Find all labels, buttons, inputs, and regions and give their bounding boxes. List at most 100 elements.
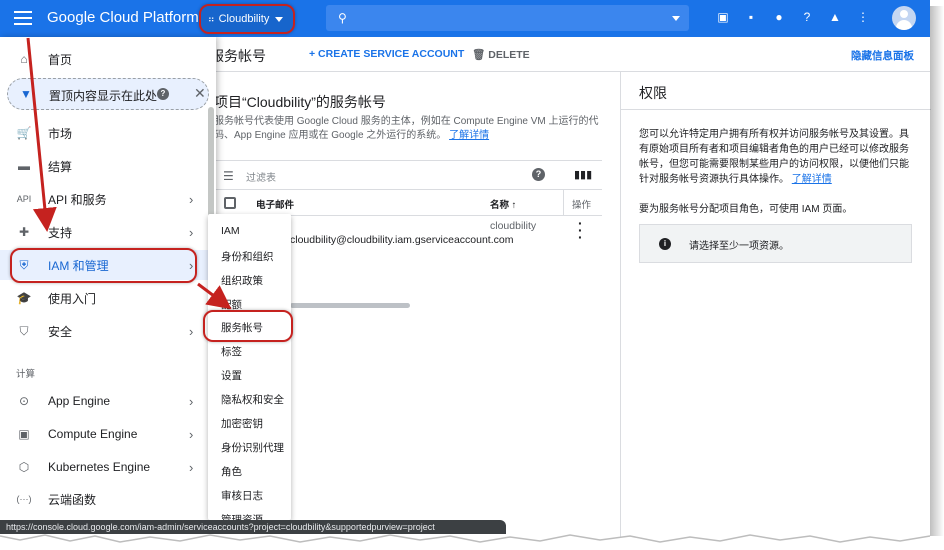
delete-button[interactable]: 🗑 DELETE xyxy=(472,48,530,61)
nav-label: 安全 xyxy=(48,324,73,339)
nav-label: Compute Engine xyxy=(48,427,138,441)
nav-section-compute: 计算 xyxy=(16,369,36,380)
select-all-checkbox[interactable] xyxy=(224,197,236,209)
page-title: 服务帐号 xyxy=(210,48,266,64)
column-name[interactable]: 名称 ↑ xyxy=(490,197,516,211)
nav-item-getting-started[interactable]: 🎓 使用入门 xyxy=(0,283,216,313)
nav-item-apis[interactable]: API API 和服务 › xyxy=(0,184,216,214)
gift-icon[interactable]: ▣ xyxy=(716,10,730,24)
submenu-item-audit-logs[interactable]: 审核日志 xyxy=(208,483,291,507)
nav-item-security[interactable]: ⛉ 安全 › xyxy=(0,316,216,346)
avatar[interactable] xyxy=(892,6,916,30)
delete-label: DELETE xyxy=(488,49,530,61)
nav-item-compute-engine[interactable]: ▣ Compute Engine › xyxy=(0,419,216,449)
submenu-item-privacy[interactable]: 隐私权和安全 xyxy=(208,387,291,411)
nav-label: 市场 xyxy=(48,126,73,141)
chevron-right-icon: › xyxy=(189,191,194,207)
notifications-icon[interactable]: ▲ xyxy=(828,10,842,24)
search-dropdown-icon[interactable] xyxy=(672,16,680,21)
app-engine-icon: ⊙ xyxy=(18,394,30,408)
pin-icon: ▼ xyxy=(20,87,32,101)
submenu-label: 标签 xyxy=(221,346,242,358)
nav-label: 使用入门 xyxy=(48,291,97,306)
home-icon: ⌂ xyxy=(20,52,28,66)
highlight-service-accounts xyxy=(203,310,293,342)
page-shadow xyxy=(930,6,944,536)
help-icon[interactable]: ? xyxy=(800,10,814,24)
help-icon[interactable]: ? xyxy=(532,168,545,181)
hide-info-panel-button[interactable]: 隐藏信息面板 xyxy=(851,48,914,63)
info-panel-title: 权限 xyxy=(639,85,667,101)
school-icon: 🎓 xyxy=(16,291,32,305)
submenu-label: 隐私权和安全 xyxy=(221,394,284,406)
kubernetes-icon: ⬡ xyxy=(18,460,30,474)
close-icon[interactable]: ✕ xyxy=(194,85,206,102)
trash-icon: 🗑 xyxy=(472,49,489,61)
chevron-right-icon: › xyxy=(189,224,194,240)
chevron-right-icon: › xyxy=(189,426,194,442)
nav-scrollbar[interactable] xyxy=(208,107,214,219)
api-icon: API xyxy=(16,194,32,204)
chevron-right-icon: › xyxy=(189,323,194,339)
cart-icon: 🛒 xyxy=(16,126,32,140)
chip-icon: ▣ xyxy=(18,427,30,441)
nav-item-kubernetes[interactable]: ⬡ Kubernetes Engine › xyxy=(0,452,216,482)
table-horizontal-scrollbar[interactable] xyxy=(290,303,410,308)
info-panel-hint: 要为服务帐号分配项目角色，可使用 IAM 页面。 xyxy=(639,204,853,215)
row-more-vert-icon[interactable]: · · · xyxy=(578,216,583,244)
nav-label: Kubernetes Engine xyxy=(48,460,151,474)
submenu-item-roles[interactable]: 角色 xyxy=(208,459,291,483)
nav-item-cloud-functions[interactable]: (···) 云端函数 xyxy=(0,484,216,514)
content-title: 项目“Cloudbility”的服务帐号 xyxy=(214,94,386,110)
chevron-right-icon: › xyxy=(189,393,194,409)
content-description: 服务帐号代表使用 Google Cloud 服务的主体，例如在 Compute … xyxy=(214,115,599,143)
submenu-label: IAM xyxy=(221,225,240,237)
feedback-icon[interactable]: ● xyxy=(772,10,786,24)
highlight-project-selector xyxy=(199,4,295,34)
search-input[interactable] xyxy=(354,11,655,25)
torn-edge xyxy=(0,534,944,550)
row-email[interactable]: cloudbility@cloudbility.iam.gserviceacco… xyxy=(290,234,513,246)
column-email[interactable]: 电子邮件 xyxy=(256,197,294,211)
search-bar[interactable]: ⚲ xyxy=(326,5,689,31)
submenu-item-crypto-keys[interactable]: 加密密钥 xyxy=(208,411,291,435)
submenu-item-identity[interactable]: 身份和组织 xyxy=(208,244,291,268)
pinned-placeholder: ▼ 置顶内容显示在此处 ? ✕ xyxy=(7,78,209,110)
submenu-label: 审核日志 xyxy=(221,490,263,502)
nav-item-app-engine[interactable]: ⊙ App Engine › xyxy=(0,386,216,416)
info-panel-learn-more-link[interactable]: 了解详情 xyxy=(792,174,832,185)
create-service-account-button[interactable]: + CREATE SERVICE ACCOUNT xyxy=(309,48,464,60)
submenu-item-settings[interactable]: 设置 xyxy=(208,363,291,387)
content-desc-text: 服务帐号代表使用 Google Cloud 服务的主体，例如在 Compute … xyxy=(214,116,599,141)
info-panel-description: 您可以允许特定用户拥有所有权并访问服务帐号及其设置。具有原始项目所有者和项目编辑… xyxy=(639,127,917,187)
more-vert-icon[interactable]: ⋮ xyxy=(856,10,870,24)
nav-label: 支持 xyxy=(48,225,73,240)
nav-item-support[interactable]: ✚ 支持 › xyxy=(0,217,216,247)
highlight-iam-item xyxy=(10,248,197,283)
nav-label: App Engine xyxy=(48,394,111,408)
submenu-label: 身份识别代理 xyxy=(221,442,284,454)
filter-input[interactable]: 过滤表 xyxy=(246,169,276,184)
brand-title[interactable]: Google Cloud Platform xyxy=(47,9,199,26)
menu-icon[interactable] xyxy=(14,11,32,25)
nav-label: 结算 xyxy=(48,159,73,174)
submenu-item-labels[interactable]: 标签 xyxy=(208,339,291,363)
learn-more-link[interactable]: 了解详情 xyxy=(449,130,489,141)
functions-icon: (···) xyxy=(16,494,32,504)
submenu-item-manage-resources[interactable]: 管理资源 xyxy=(208,507,291,520)
nav-item-marketplace[interactable]: 🛒 市场 xyxy=(0,118,216,148)
cloud-shell-icon[interactable]: ▪ xyxy=(744,10,758,24)
submenu-label: 管理资源 xyxy=(221,514,263,520)
nav-label-home: 首页 xyxy=(48,52,73,67)
submenu-item-iam[interactable]: IAM xyxy=(208,220,291,244)
nav-item-home[interactable]: ⌂ 首页 xyxy=(0,44,216,74)
filter-icon: ☰ xyxy=(223,169,234,183)
nav-item-billing[interactable]: ▬ 结算 xyxy=(0,151,216,181)
submenu-item-identity-proxy[interactable]: 身份识别代理 xyxy=(208,435,291,459)
submenu-item-org-policies[interactable]: 组织政策 xyxy=(208,268,291,292)
help-icon[interactable]: ? xyxy=(157,88,169,100)
top-bar: Google Cloud Platform ⠶ Cloudbility ⚲ ▣ … xyxy=(0,0,930,37)
columns-icon[interactable]: ▮▮▮ xyxy=(574,168,592,181)
info-icon: i xyxy=(659,238,671,250)
info-panel-desc-text: 您可以允许特定用户拥有所有权并访问服务帐号及其设置。具有原始项目所有者和项目编辑… xyxy=(639,129,909,185)
